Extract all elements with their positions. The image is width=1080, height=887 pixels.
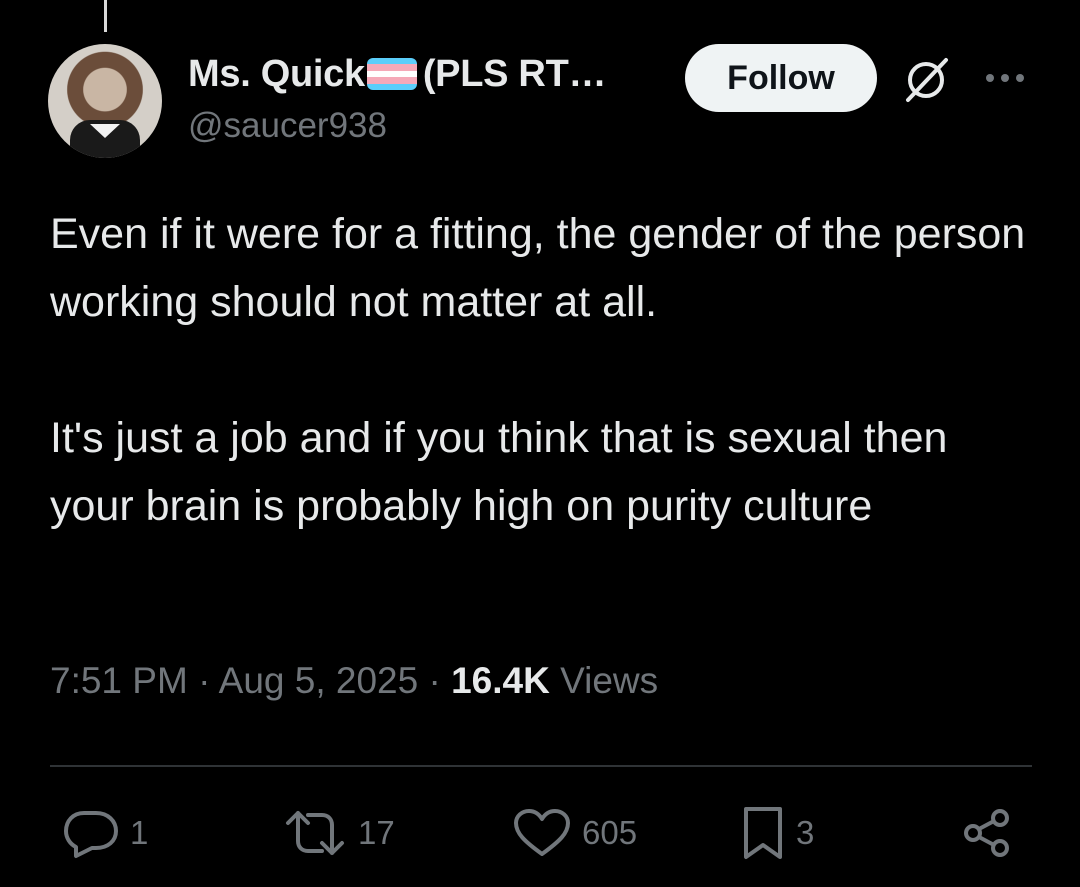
tweet-time[interactable]: 7:51 PM xyxy=(50,660,188,701)
follow-button[interactable]: Follow xyxy=(685,44,877,112)
like-button[interactable]: 605 xyxy=(512,806,637,860)
repost-button[interactable]: 17 xyxy=(282,806,395,860)
meta-separator: · xyxy=(428,660,452,701)
tweet-paragraph: Even if it were for a fitting, the gende… xyxy=(50,210,1026,326)
author-name-prefix: Ms. Quick xyxy=(188,52,365,95)
more-icon[interactable] xyxy=(980,58,1030,98)
views-count: 16.4K xyxy=(451,660,550,701)
flag-stripe xyxy=(366,83,417,90)
grok-icon[interactable] xyxy=(900,54,952,106)
tweet-date[interactable]: Aug 5, 2025 xyxy=(219,660,419,701)
tweet-meta: 7:51 PM · Aug 5, 2025 · 16.4K Views xyxy=(50,660,658,702)
author-name[interactable]: Ms. Quick (PLS RT… xyxy=(188,52,606,96)
author-handle[interactable]: @saucer938 xyxy=(188,106,387,146)
bookmark-button[interactable]: 3 xyxy=(740,806,814,860)
tweet-text: Even if it were for a fitting, the gende… xyxy=(50,200,1040,540)
tweet-paragraph: It's just a job and if you think that is… xyxy=(50,414,948,530)
reply-icon xyxy=(64,811,118,858)
avatar[interactable] xyxy=(48,44,162,158)
bookmark-count: 3 xyxy=(796,814,815,851)
repost-icon xyxy=(286,811,344,855)
heart-icon xyxy=(514,809,570,856)
trans-flag-icon xyxy=(366,58,417,90)
reply-count: 1 xyxy=(130,814,149,851)
bookmark-icon xyxy=(744,807,782,859)
repost-count: 17 xyxy=(358,814,395,851)
author-name-suffix: (PLS RT… xyxy=(422,52,607,95)
like-count: 605 xyxy=(582,814,638,851)
meta-separator: · xyxy=(198,660,219,701)
views-label: Views xyxy=(560,660,659,701)
divider xyxy=(50,765,1032,767)
share-icon xyxy=(964,809,1009,857)
share-button[interactable] xyxy=(960,806,1014,860)
thread-line xyxy=(104,0,107,32)
reply-button[interactable]: 1 xyxy=(62,806,148,860)
